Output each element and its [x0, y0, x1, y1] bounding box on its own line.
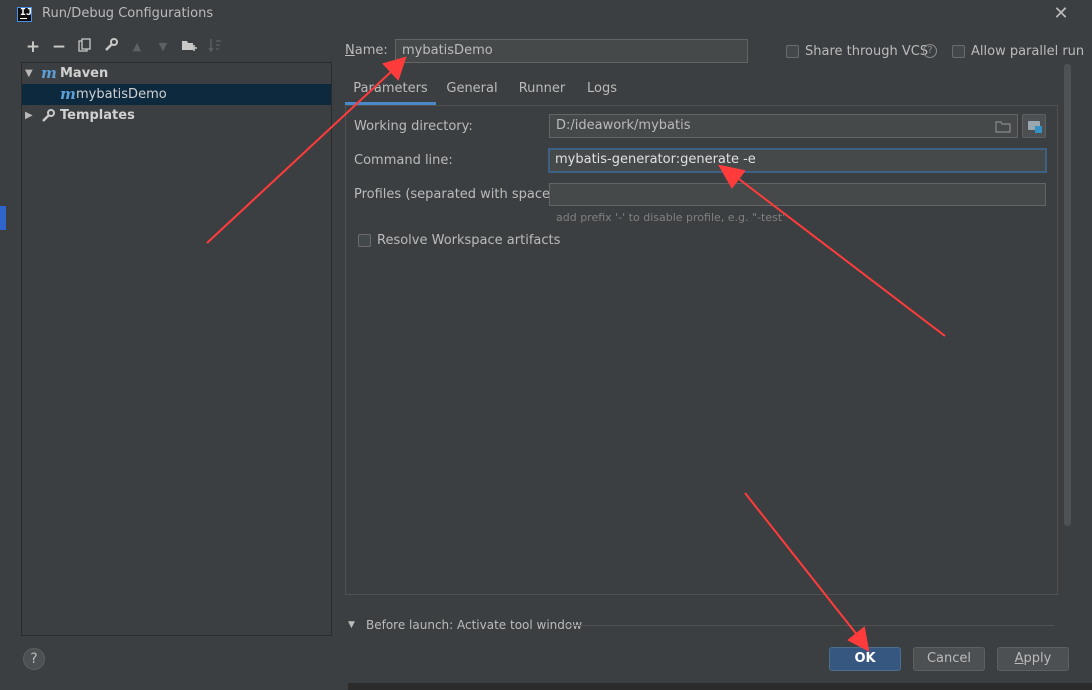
wrench-icon — [41, 108, 56, 130]
before-launch-label[interactable]: Before launch: Activate tool window — [366, 618, 582, 632]
collapsed-caret-icon[interactable]: ▶ — [25, 105, 33, 126]
resolve-workspace-label: Resolve Workspace artifacts — [377, 233, 561, 248]
window-title: Run/Debug Configurations — [42, 6, 214, 21]
profiles-label: Profiles (separated with space): — [354, 187, 560, 202]
command-line-label: Command line: — [354, 153, 453, 168]
tree-item-maven[interactable]: ▼ m Maven — [22, 63, 331, 84]
apply-button[interactable]: Apply — [997, 647, 1069, 671]
copy-configuration-button[interactable] — [76, 38, 94, 56]
move-down-icon[interactable]: ▼ — [154, 38, 172, 56]
move-up-icon[interactable]: ▲ — [128, 38, 146, 56]
folder-icon[interactable] — [995, 115, 1011, 137]
tab-general[interactable]: General — [441, 80, 503, 104]
tab-parameters[interactable]: Parameters — [345, 80, 436, 104]
profiles-input[interactable] — [549, 183, 1046, 206]
tab-runner[interactable]: Runner — [512, 80, 572, 104]
name-label: Name: — [345, 43, 388, 58]
before-launch-caret-icon[interactable]: ▼ — [348, 620, 355, 630]
maven-icon: m — [41, 64, 57, 82]
background-edge-highlight — [0, 206, 6, 230]
sort-icon[interactable] — [206, 38, 224, 56]
remove-configuration-button[interactable]: − — [50, 38, 68, 56]
expanded-caret-icon[interactable]: ▼ — [25, 63, 33, 84]
edit-defaults-button[interactable] — [102, 38, 120, 56]
maven-icon: m — [60, 85, 76, 103]
parameters-panel — [345, 105, 1058, 595]
command-line-input[interactable]: mybatis-generator:generate -e — [548, 148, 1047, 173]
folder-plus-icon — [182, 41, 197, 51]
separator — [566, 625, 1054, 626]
resolve-workspace-checkbox[interactable] — [358, 234, 371, 247]
name-input[interactable]: mybatisDemo — [395, 39, 748, 63]
parallel-run-label: Allow parallel run — [971, 44, 1085, 59]
ok-button[interactable]: OK — [829, 647, 901, 671]
tab-logs[interactable]: Logs — [580, 80, 624, 104]
configuration-tree[interactable]: ▼ m Maven m mybatisDemo ▶ Templates — [21, 62, 332, 636]
profiles-hint: add prefix '-' to disable profile, e.g. … — [556, 211, 788, 224]
cancel-button[interactable]: Cancel — [913, 647, 985, 671]
close-icon[interactable]: ✕ — [1052, 3, 1070, 25]
help-button[interactable]: ? — [23, 648, 45, 670]
wrench-icon — [105, 38, 118, 51]
share-vcs-checkbox[interactable] — [786, 45, 799, 58]
working-dir-input[interactable]: D:/ideawork/mybatis — [549, 114, 1018, 138]
tree-item-mybatisdemo[interactable]: m mybatisDemo — [22, 84, 331, 105]
background-edge — [348, 683, 1092, 690]
tree-item-templates[interactable]: ▶ Templates — [22, 105, 331, 126]
copy-icon — [78, 38, 91, 52]
add-configuration-button[interactable]: + — [24, 38, 42, 56]
share-vcs-label: Share through VCS — [805, 44, 929, 59]
working-dir-label: Working directory: — [354, 119, 473, 134]
browse-module-button[interactable] — [1022, 114, 1046, 138]
new-folder-button[interactable] — [180, 38, 198, 56]
help-icon[interactable]: ? — [923, 44, 937, 58]
scrollbar[interactable] — [1064, 64, 1071, 526]
parallel-run-checkbox[interactable] — [952, 45, 965, 58]
intellij-app-icon: IJ — [17, 7, 32, 22]
